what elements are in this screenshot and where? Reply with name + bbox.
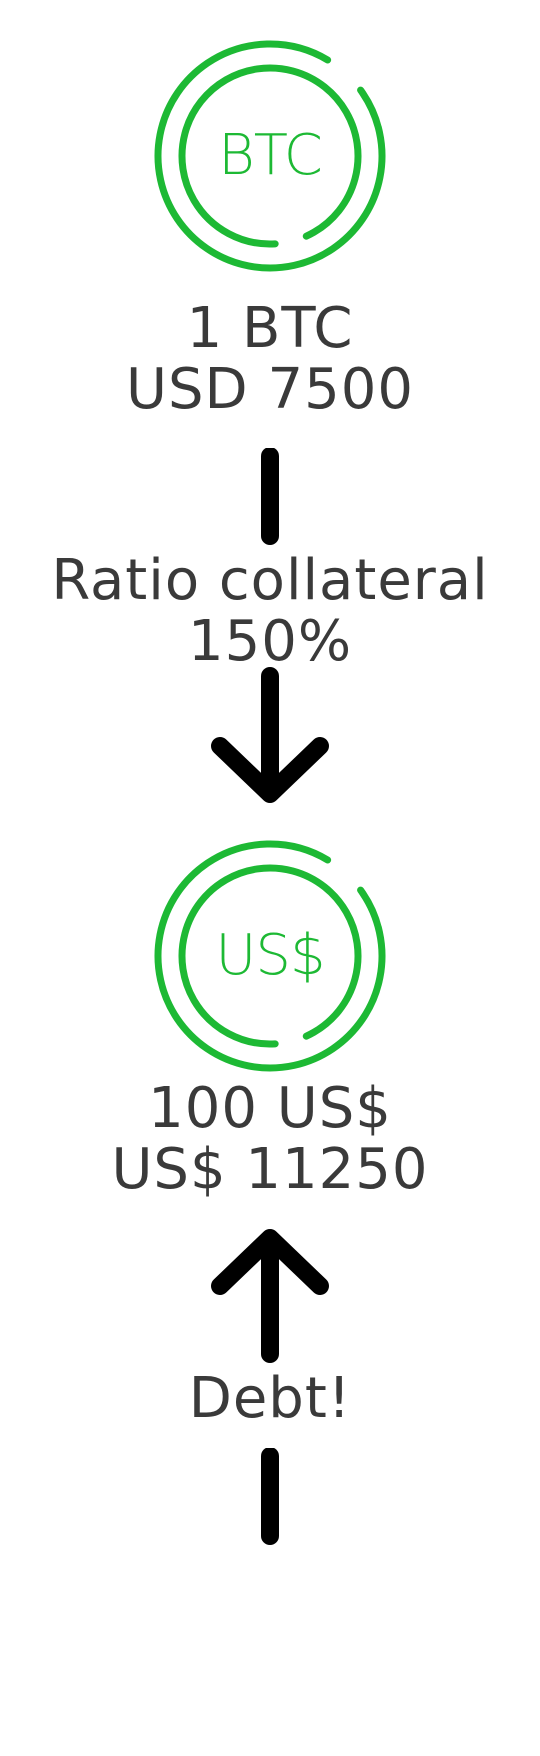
ratio-label: Ratio collateral — [51, 548, 489, 613]
btc-usd-value: USD 7500 — [126, 357, 414, 422]
btc-coin-icon: BTC — [150, 36, 390, 276]
up-arrow-icon — [0, 1226, 540, 1366]
usd-value: US$ 11250 — [111, 1137, 429, 1202]
usd-coin-icon: US$ — [150, 836, 390, 1076]
ratio-value: 150% — [187, 609, 353, 674]
usd-coin-label: US$ — [215, 923, 325, 988]
connector-line-1 — [0, 448, 540, 548]
btc-info: 1 BTC USD 7500 — [0, 298, 540, 420]
down-arrow-icon — [0, 666, 540, 806]
usd-amount: 100 US$ — [148, 1076, 392, 1141]
usd-info: 100 US$ US$ 11250 — [0, 1078, 540, 1200]
connector-line-2 — [0, 1448, 540, 1548]
debt-text: Debt! — [188, 1366, 352, 1431]
btc-amount: 1 BTC — [186, 296, 354, 361]
debt-label: Debt! — [0, 1368, 540, 1429]
ratio-collateral: Ratio collateral 150% — [0, 550, 540, 672]
btc-coin-label: BTC — [218, 123, 323, 188]
